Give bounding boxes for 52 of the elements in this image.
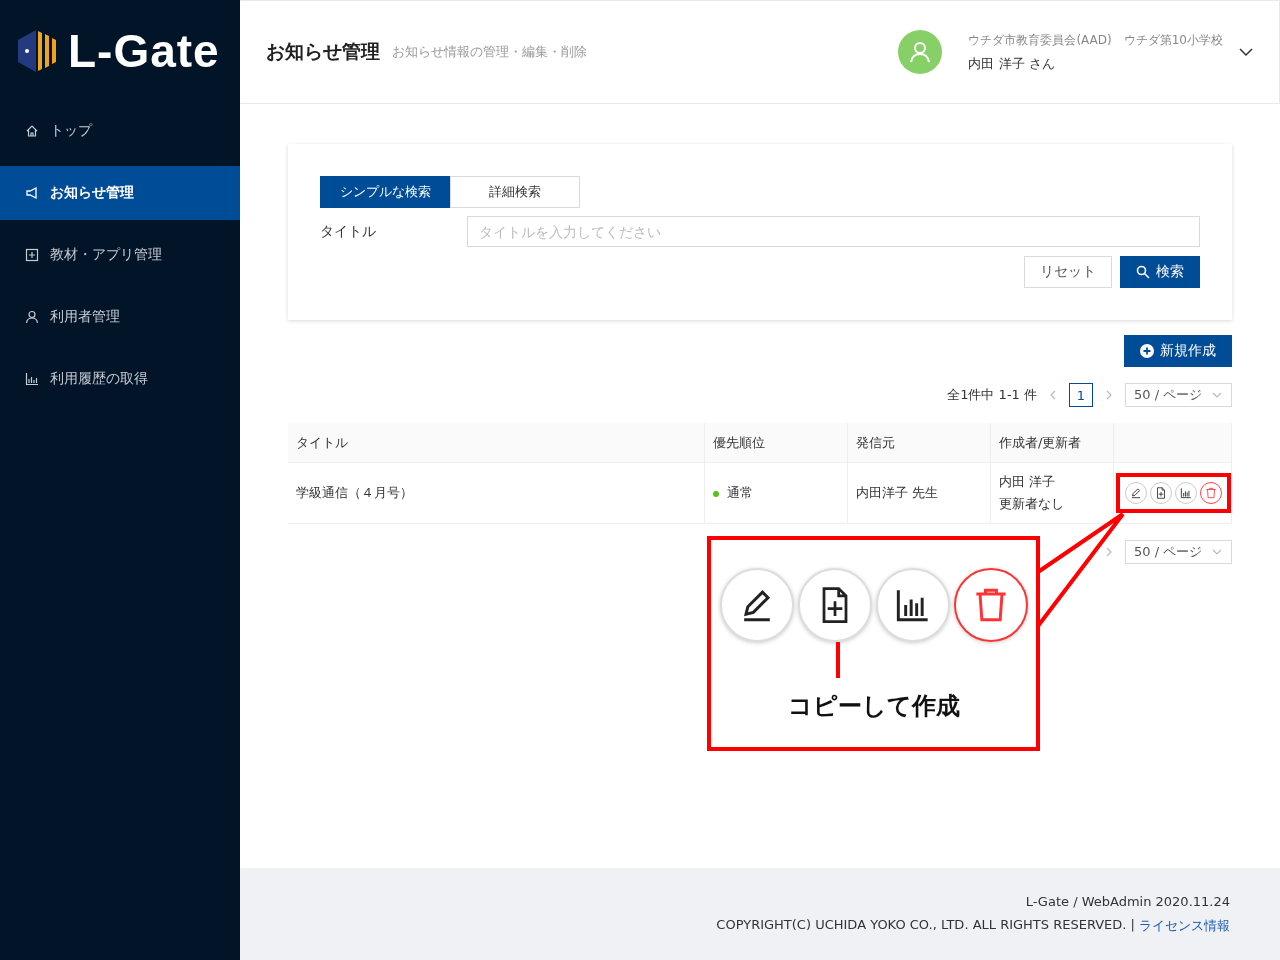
search-button[interactable]: 検索 (1120, 256, 1200, 288)
logo-text: L-Gate (68, 28, 220, 74)
pencil-icon (719, 568, 794, 642)
sidebar-item[interactable]: 利用履歴の取得 (0, 352, 240, 406)
column-header: タイトル (288, 423, 705, 463)
pencil-icon[interactable] (1125, 482, 1147, 504)
organization-name: ウチダ市教育委員会(AAD) ウチダ第10小学校 (968, 31, 1223, 49)
trash-icon (953, 568, 1028, 642)
column-header: 発信元 (847, 423, 991, 463)
logo-icon (16, 28, 58, 74)
table-cell: 通常 (704, 462, 848, 524)
bar-chart-icon[interactable] (1175, 482, 1197, 504)
table-cell: 内田洋子 先生 (847, 462, 991, 524)
home-icon (24, 123, 40, 139)
column-header: 優先順位 (704, 423, 848, 463)
page-number[interactable]: 1 (1069, 383, 1093, 407)
page-title: お知らせ管理 (266, 39, 380, 64)
sidebar-item[interactable]: トップ (0, 104, 240, 158)
page-size-select[interactable]: 50 / ページ (1125, 383, 1232, 407)
plus-square-icon (24, 247, 40, 263)
reset-button[interactable]: リセット (1024, 256, 1112, 288)
bar-chart-icon (875, 568, 950, 642)
license-link[interactable]: ライセンス情報 (1139, 916, 1230, 935)
user-name: 内田 洋子 さん (968, 54, 1056, 73)
table-cell: 学級通信（４月号） (288, 462, 705, 524)
trash-icon[interactable] (1200, 482, 1222, 504)
search-tab[interactable]: 詳細検索 (450, 176, 580, 208)
callout-caption: コピーして作成 (787, 691, 960, 722)
table-cell-text: 内田 洋子 (999, 473, 1057, 491)
copyright-text: COPYRIGHT(C) UCHIDA YOKO CO., LTD. ALL RIGHTS RESERVED. | (716, 916, 1135, 934)
column-header: 作成者/更新者 (990, 423, 1114, 463)
title-input-field[interactable]: タイトルを入力してください (467, 216, 1200, 247)
table-cell-text: 更新者なし (999, 495, 1065, 513)
new-button[interactable]: 新規作成 (1124, 335, 1232, 367)
pagination-summary: 全1件中 1-1 件 (947, 386, 1037, 404)
page-subtitle: お知らせ情報の管理・編集・削除 (392, 43, 587, 61)
document-plus-icon (797, 568, 872, 642)
field-label: タイトル (320, 222, 377, 241)
user-icon (24, 309, 40, 325)
sidebar-item[interactable]: お知らせ管理 (0, 166, 240, 220)
document-plus-icon[interactable] (1150, 482, 1172, 504)
chevron-down-icon[interactable] (1239, 45, 1253, 59)
sidebar-item[interactable]: 利用者管理 (0, 290, 240, 344)
plus-circle-icon (1140, 344, 1154, 358)
version-text: L-Gate / WebAdmin 2020.11.24 (1025, 893, 1230, 909)
megaphone-icon (24, 185, 40, 201)
sidebar-item[interactable]: 教材・アプリ管理 (0, 228, 240, 282)
page-size-select[interactable]: 50 / ページ (1125, 540, 1232, 564)
search-tab[interactable]: シンプルな検索 (320, 176, 450, 208)
bar-chart-icon (24, 371, 40, 387)
search-icon (1136, 265, 1150, 279)
avatar-icon (898, 30, 943, 74)
